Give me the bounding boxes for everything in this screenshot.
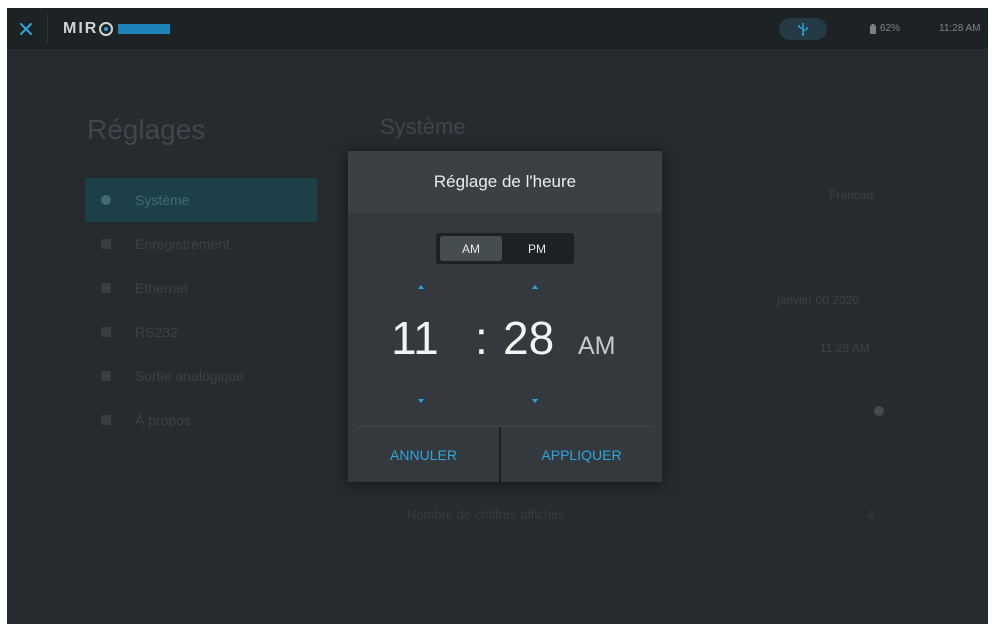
section-title: Système	[380, 114, 466, 139]
brand-logo: MIR	[63, 20, 171, 37]
cancel-button[interactable]: ANNULER	[348, 427, 499, 482]
close-button[interactable]	[7, 8, 45, 49]
nav-item-label: À propos	[135, 412, 192, 428]
battery-status: 62%	[870, 23, 900, 34]
gear-icon	[101, 195, 111, 205]
clock: 11:28 AM	[939, 23, 981, 34]
nav-item-about[interactable]: À propos	[85, 398, 317, 442]
info-icon	[101, 415, 111, 425]
pm-button[interactable]: PM	[506, 236, 568, 261]
time-setting-dialog: Réglage de l'heure AM PM 11 : 28 AM ANNU…	[348, 151, 662, 482]
nav-item-recording[interactable]: Enregistrement	[85, 222, 317, 266]
analog-icon	[101, 371, 111, 381]
battery-level: 62%	[880, 23, 901, 34]
hour-down-icon[interactable]	[418, 399, 424, 403]
hour-up-icon[interactable]	[418, 285, 424, 289]
nav-item-analog-output[interactable]: Sortie analogique	[85, 354, 317, 398]
period-value: AM	[578, 332, 616, 360]
topbar-divider	[47, 14, 48, 43]
toggle-knob[interactable]	[874, 406, 884, 416]
language-value[interactable]: Français	[829, 188, 875, 202]
minute-up-icon[interactable]	[532, 285, 538, 289]
battery-icon	[870, 23, 876, 34]
logo-o-icon	[99, 22, 114, 36]
nav-item-system[interactable]: Système	[85, 178, 317, 222]
digits-label: Nombre de chiffres affichés	[407, 507, 565, 522]
file-icon	[101, 239, 111, 249]
am-button[interactable]: AM	[440, 236, 502, 261]
date-value[interactable]: janvier 00 2020	[777, 293, 859, 307]
time-display: 11 : 28 AM	[348, 311, 662, 371]
logo-badge	[118, 24, 171, 34]
nav-item-label: Ethernet	[135, 280, 188, 296]
page-title: Réglages	[87, 114, 206, 145]
digits-value[interactable]: 4	[867, 507, 874, 522]
settings-nav: Système Enregistrement Ethernet RS232 So…	[85, 178, 317, 442]
dialog-title: Réglage de l'heure	[348, 151, 662, 213]
nav-item-label: Sortie analogique	[135, 368, 244, 384]
nav-item-ethernet[interactable]: Ethernet	[85, 266, 317, 310]
top-bar: MIR 62% 11:28 AM	[7, 8, 988, 49]
time-separator: :	[475, 312, 488, 364]
ampm-toggle: AM PM	[436, 233, 574, 264]
time-value[interactable]: 11:28 AM	[820, 341, 870, 355]
hour-value[interactable]: 11	[391, 311, 439, 365]
nav-item-rs232[interactable]: RS232	[85, 310, 317, 354]
nav-item-label: RS232	[135, 324, 178, 340]
apply-button[interactable]: APPLIQUER	[501, 427, 662, 482]
close-icon	[20, 22, 32, 35]
network-icon	[101, 283, 111, 293]
serial-icon	[101, 327, 111, 337]
usb-icon	[798, 23, 808, 36]
usb-status[interactable]	[779, 18, 827, 40]
minute-down-icon[interactable]	[532, 399, 538, 403]
minute-value[interactable]: 28	[503, 311, 554, 365]
nav-item-label: Système	[135, 192, 190, 208]
app-window: MIR 62% 11:28 AM Réglages Système Systèm…	[7, 8, 988, 624]
nav-item-label: Enregistrement	[135, 236, 230, 252]
logo-text: MIR	[63, 20, 99, 37]
